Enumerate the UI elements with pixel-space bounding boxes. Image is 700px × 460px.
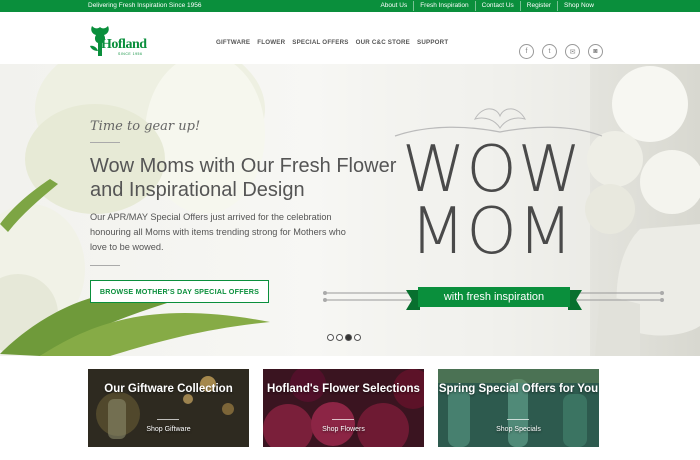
tile-specials[interactable]: Spring Special Offers for You Shop Speci… <box>438 369 599 447</box>
tile-title: Spring Special Offers for You <box>438 383 599 395</box>
top-link-contact[interactable]: Contact Us <box>474 1 520 11</box>
hero-kicker: Time to gear up! <box>90 119 201 134</box>
tile-divider <box>157 419 179 420</box>
top-link-about[interactable]: About Us <box>374 1 413 11</box>
tile-link[interactable]: Shop Flowers <box>263 426 424 433</box>
tile-link[interactable]: Shop Specials <box>438 426 599 433</box>
tile-title: Hofland's Flower Selections <box>267 383 420 395</box>
slider-dot-2[interactable] <box>336 334 343 341</box>
hero-slider: Time to gear up! Wow Moms with Our Fresh… <box>0 64 700 356</box>
email-icon[interactable]: ✉ <box>565 44 580 59</box>
specials-image <box>438 369 599 447</box>
brand-name: Hofland <box>101 37 147 52</box>
promo-tiles: Our Giftware Collection Shop Giftware Ho… <box>88 369 600 447</box>
facebook-icon[interactable]: f <box>519 44 534 59</box>
nav-giftware[interactable]: GIFTWARE <box>216 39 250 46</box>
top-bar: Delivering Fresh Inspiration Since 1956 … <box>0 0 700 12</box>
slider-dots <box>327 334 363 341</box>
tile-divider <box>332 419 354 420</box>
social-links: f t ✉ ◙ <box>519 44 611 59</box>
nav-support[interactable]: SUPPORT <box>417 39 448 46</box>
browse-offers-button[interactable]: BROWSE MOTHER'S DAY SPECIAL OFFERS <box>90 280 269 303</box>
tagline: Delivering Fresh Inspiration Since 1956 <box>88 2 202 9</box>
kicker-divider <box>90 142 120 143</box>
wow-mom-graphic: WOW MOM <box>402 133 582 269</box>
body-divider <box>90 265 120 266</box>
instagram-icon[interactable]: ◙ <box>588 44 603 59</box>
slider-dot-4[interactable] <box>354 334 361 341</box>
tile-divider <box>507 419 529 420</box>
giftware-image <box>88 369 249 447</box>
hero-body: Our APR/MAY Special Offers just arrived … <box>90 212 346 252</box>
nav-special-offers[interactable]: SPECIAL OFFERS <box>292 39 348 46</box>
twitter-icon[interactable]: t <box>542 44 557 59</box>
main-nav: GIFTWARE FLOWER SPECIAL OFFERS OUR C&C S… <box>216 39 455 46</box>
top-link-register[interactable]: Register <box>519 1 557 11</box>
slider-dot-3[interactable] <box>345 334 352 341</box>
fresh-inspiration-ribbon: with fresh inspiration <box>418 287 570 307</box>
top-link-fresh-inspiration[interactable]: Fresh Inspiration <box>413 1 474 11</box>
slider-dot-1[interactable] <box>327 334 334 341</box>
flowers-image <box>263 369 424 447</box>
tile-title: Our Giftware Collection <box>104 383 233 395</box>
tile-flowers[interactable]: Hofland's Flower Selections Shop Flowers <box>263 369 424 447</box>
top-link-shop-now[interactable]: Shop Now <box>557 1 600 11</box>
hero-headline: Wow Moms with Our Fresh Flower and Inspi… <box>90 155 397 201</box>
nav-cc-store[interactable]: OUR C&C STORE <box>356 39 410 46</box>
tile-giftware[interactable]: Our Giftware Collection Shop Giftware <box>88 369 249 447</box>
tile-link[interactable]: Shop Giftware <box>88 426 249 433</box>
brand-since: SINCE 1956 <box>118 52 143 56</box>
nav-flower[interactable]: FLOWER <box>257 39 285 46</box>
site-header: Hofland SINCE 1956 GIFTWARE FLOWER SPECI… <box>0 12 700 64</box>
top-links: About Us Fresh Inspiration Contact Us Re… <box>374 0 600 12</box>
